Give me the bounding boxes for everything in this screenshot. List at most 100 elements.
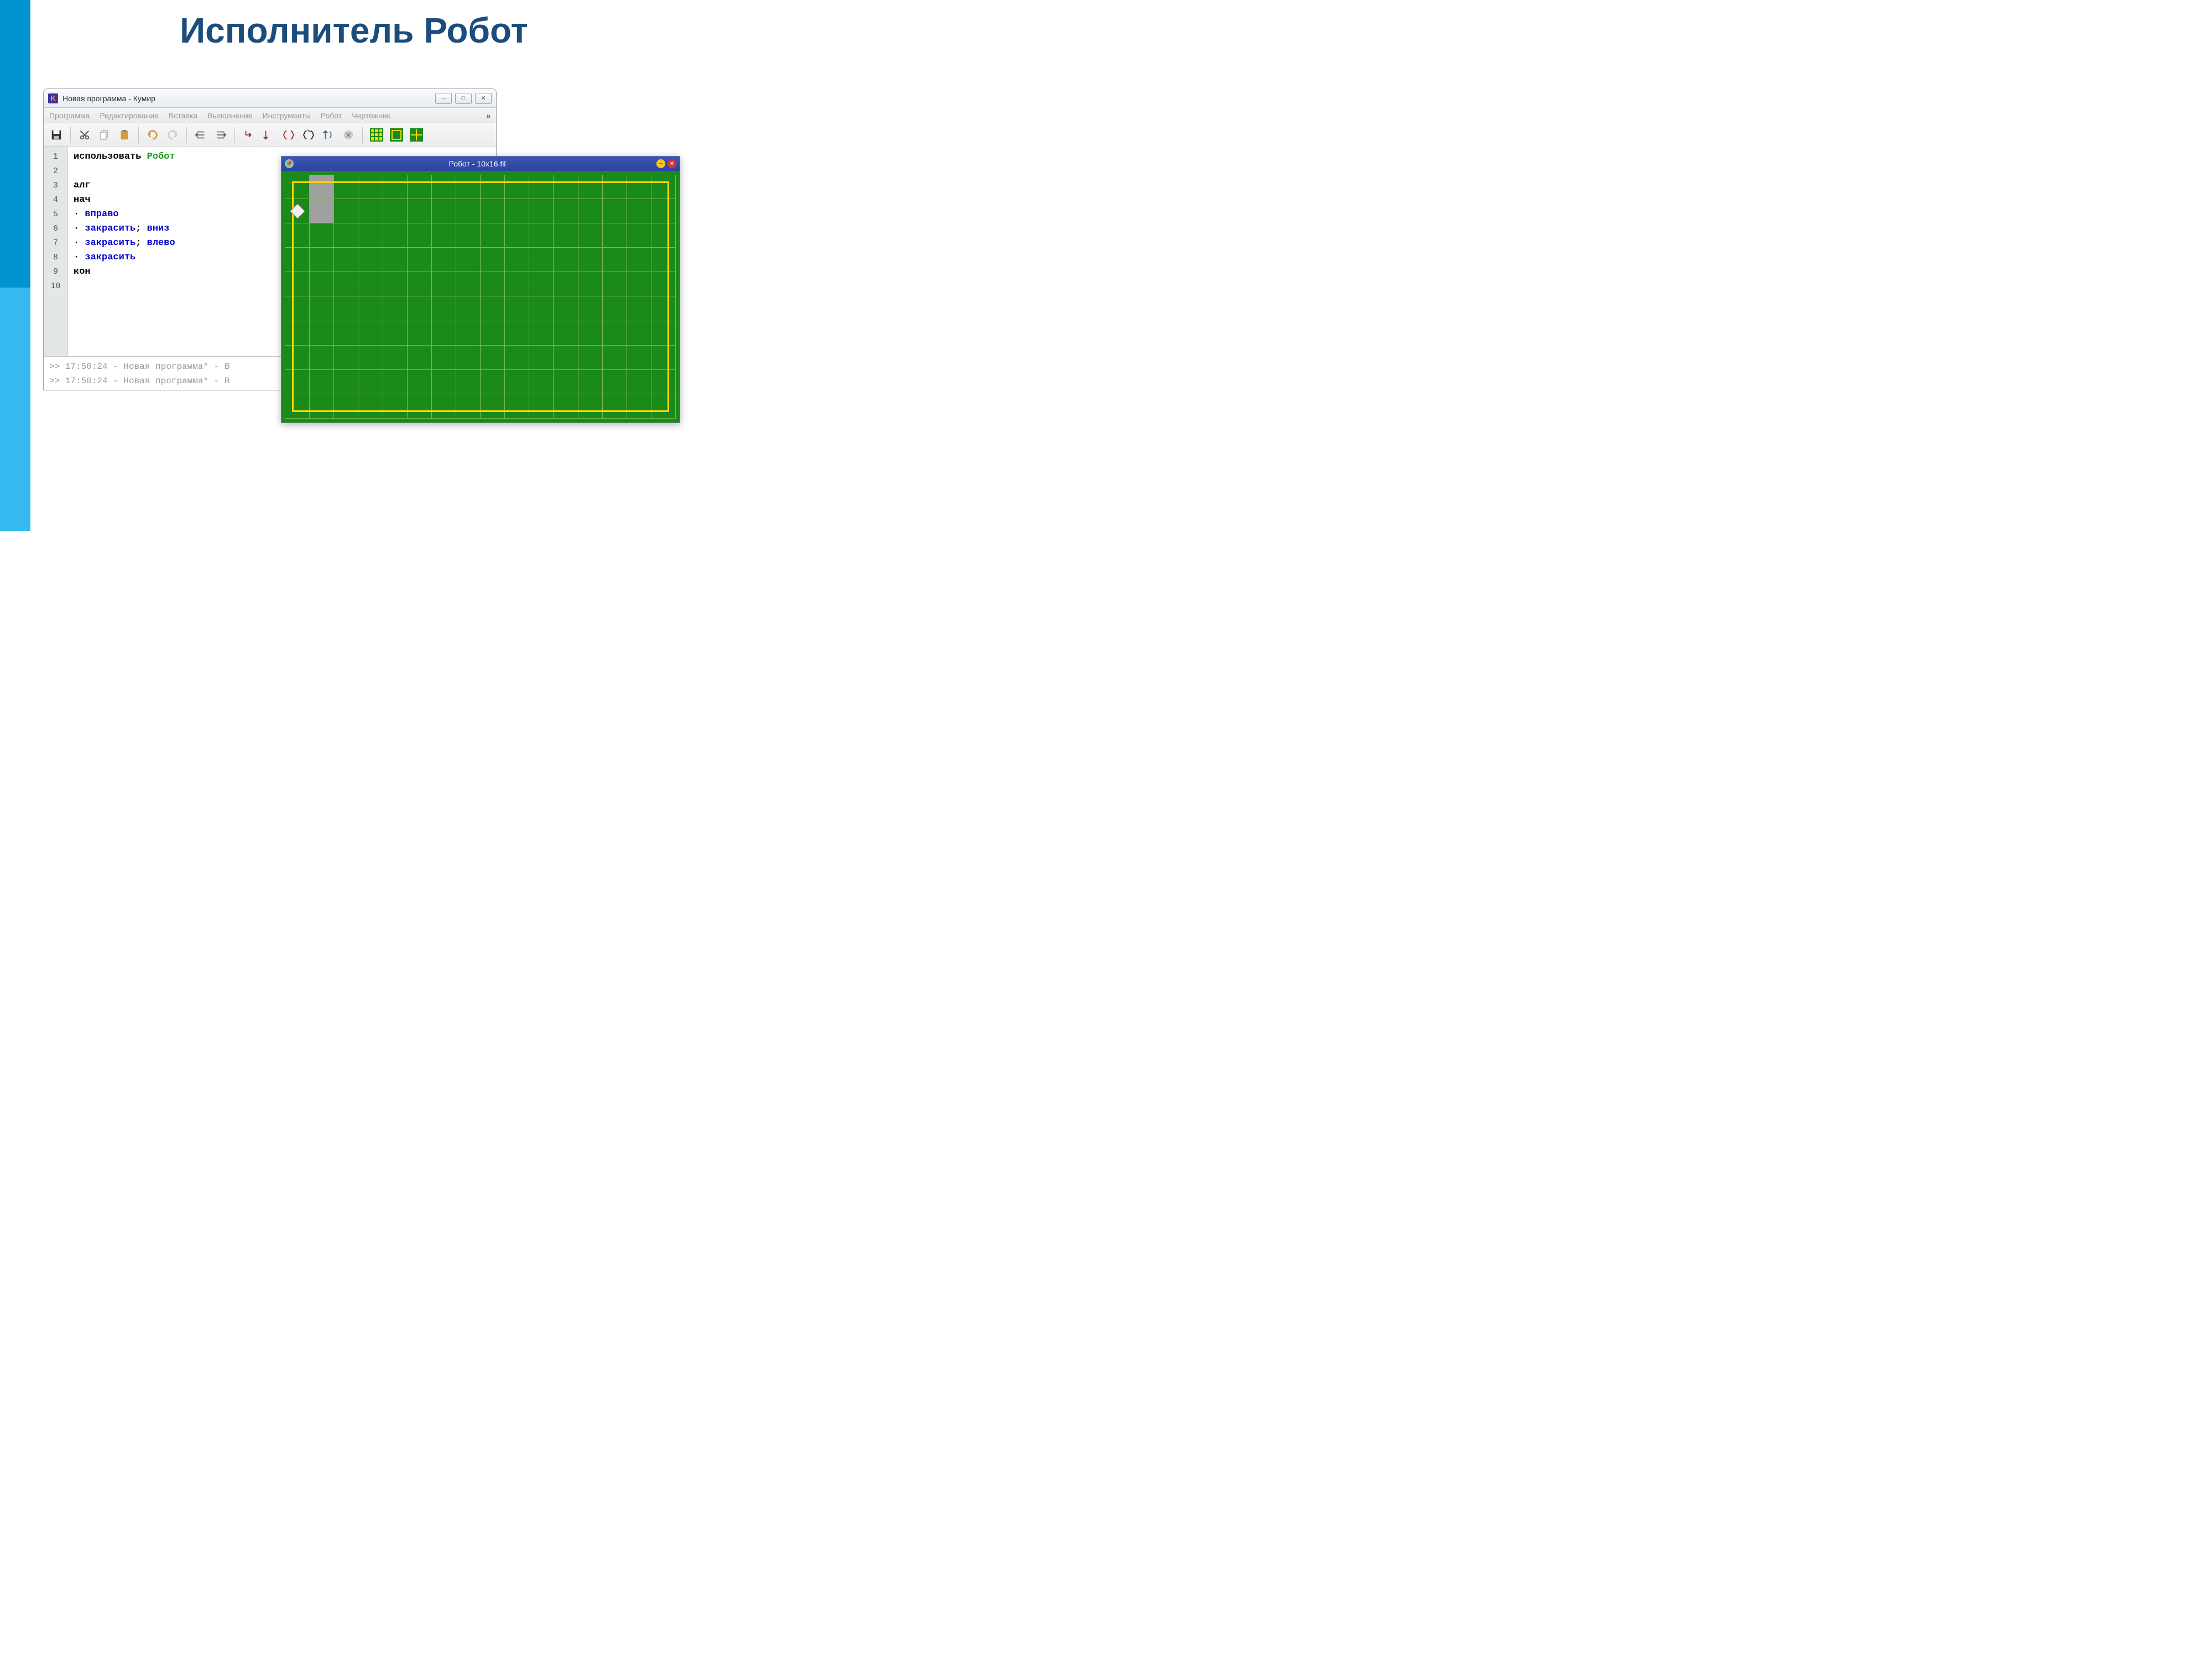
step-into-icon[interactable] xyxy=(241,127,257,143)
field-cell[interactable] xyxy=(505,272,529,296)
copy-icon[interactable] xyxy=(96,127,113,143)
indent-right-icon[interactable] xyxy=(212,127,229,143)
field-cell[interactable] xyxy=(505,346,529,370)
field-cell[interactable] xyxy=(383,272,408,296)
step-out-icon[interactable] xyxy=(320,127,337,143)
field-cell[interactable] xyxy=(432,223,456,248)
field-cell[interactable] xyxy=(408,175,432,199)
field-cell[interactable] xyxy=(408,321,432,346)
field-cell[interactable] xyxy=(627,272,651,296)
field-cell[interactable] xyxy=(481,346,505,370)
field-cell[interactable] xyxy=(603,296,627,321)
menu-program[interactable]: Программа xyxy=(49,111,90,120)
menu-tools[interactable]: Инструменты xyxy=(263,111,311,120)
field-cell[interactable] xyxy=(408,272,432,296)
field-cell[interactable] xyxy=(603,199,627,223)
field-cell[interactable] xyxy=(505,248,529,272)
field-cell[interactable] xyxy=(334,321,358,346)
field-cell[interactable] xyxy=(627,296,651,321)
field-cell[interactable] xyxy=(310,346,334,370)
field-cell[interactable] xyxy=(334,296,358,321)
field-cell[interactable] xyxy=(505,296,529,321)
field-cell[interactable] xyxy=(432,370,456,394)
field-cell[interactable] xyxy=(627,321,651,346)
field-cell[interactable] xyxy=(285,248,310,272)
field-cell[interactable] xyxy=(310,223,334,248)
robot-titlebar[interactable]: 📌 Робот - 10x16.fil – × xyxy=(281,156,680,171)
field-cell[interactable] xyxy=(334,248,358,272)
field-cell[interactable] xyxy=(310,199,334,223)
menu-drafter[interactable]: Чертежник xyxy=(352,111,390,120)
field-cell[interactable] xyxy=(481,296,505,321)
field-cell[interactable] xyxy=(456,296,481,321)
field-cell[interactable] xyxy=(603,370,627,394)
field-cell[interactable] xyxy=(529,175,554,199)
field-cell[interactable] xyxy=(627,370,651,394)
field-cell[interactable] xyxy=(408,248,432,272)
field-cell[interactable] xyxy=(627,394,651,419)
field-cell[interactable] xyxy=(358,175,383,199)
field-cell[interactable] xyxy=(603,223,627,248)
field-cell[interactable] xyxy=(481,394,505,419)
field-cell[interactable] xyxy=(578,346,603,370)
field-cell[interactable] xyxy=(310,321,334,346)
field-cell[interactable] xyxy=(456,199,481,223)
field-cell[interactable] xyxy=(481,248,505,272)
paste-icon[interactable] xyxy=(116,127,133,143)
field-cell[interactable] xyxy=(651,346,676,370)
robot-field[interactable] xyxy=(285,175,676,419)
field-cell[interactable] xyxy=(383,223,408,248)
field-cell[interactable] xyxy=(578,272,603,296)
field-cell[interactable] xyxy=(432,272,456,296)
field-cell[interactable] xyxy=(603,321,627,346)
field-cell[interactable] xyxy=(383,175,408,199)
field-cell[interactable] xyxy=(554,370,578,394)
field-cell[interactable] xyxy=(358,199,383,223)
field-cell[interactable] xyxy=(310,175,334,199)
field-cell[interactable] xyxy=(285,370,310,394)
field-cell[interactable] xyxy=(578,175,603,199)
run-brace-icon[interactable] xyxy=(280,127,297,143)
field-cell[interactable] xyxy=(481,370,505,394)
field-cell[interactable] xyxy=(554,175,578,199)
field-cell[interactable] xyxy=(578,296,603,321)
field-cell[interactable] xyxy=(529,370,554,394)
pin-icon[interactable]: 📌 xyxy=(285,159,294,168)
field-cell[interactable] xyxy=(554,296,578,321)
field-cell[interactable] xyxy=(481,272,505,296)
field-cell[interactable] xyxy=(529,248,554,272)
menu-exec[interactable]: Выполнение xyxy=(207,111,252,120)
field-cell[interactable] xyxy=(529,394,554,419)
redo-icon[interactable] xyxy=(164,127,181,143)
field-cell[interactable] xyxy=(432,296,456,321)
field-cell[interactable] xyxy=(627,346,651,370)
field-cell[interactable] xyxy=(481,223,505,248)
field-cell[interactable] xyxy=(529,346,554,370)
field-cell[interactable] xyxy=(651,272,676,296)
field-cell[interactable] xyxy=(383,321,408,346)
save-icon[interactable] xyxy=(48,127,65,143)
field-cell[interactable] xyxy=(408,199,432,223)
field-cell[interactable] xyxy=(456,394,481,419)
field-cell[interactable] xyxy=(651,199,676,223)
field-cell[interactable] xyxy=(456,370,481,394)
field-cell[interactable] xyxy=(383,199,408,223)
stop-icon[interactable] xyxy=(340,127,357,143)
field-cell[interactable] xyxy=(408,346,432,370)
field-cell[interactable] xyxy=(578,223,603,248)
field-cell[interactable] xyxy=(383,394,408,419)
field-cell[interactable] xyxy=(358,370,383,394)
field-cell[interactable] xyxy=(627,248,651,272)
field-cell[interactable] xyxy=(310,370,334,394)
field-cell[interactable] xyxy=(358,248,383,272)
field-cell[interactable] xyxy=(334,199,358,223)
robot-minimize-button[interactable]: – xyxy=(656,159,665,168)
field-cell[interactable] xyxy=(554,394,578,419)
field-cell[interactable] xyxy=(554,346,578,370)
field-cell[interactable] xyxy=(529,321,554,346)
field-cell[interactable] xyxy=(627,199,651,223)
menu-overflow[interactable]: » xyxy=(486,111,491,120)
field-cell[interactable] xyxy=(603,394,627,419)
field-cell[interactable] xyxy=(578,199,603,223)
field-cell[interactable] xyxy=(358,394,383,419)
